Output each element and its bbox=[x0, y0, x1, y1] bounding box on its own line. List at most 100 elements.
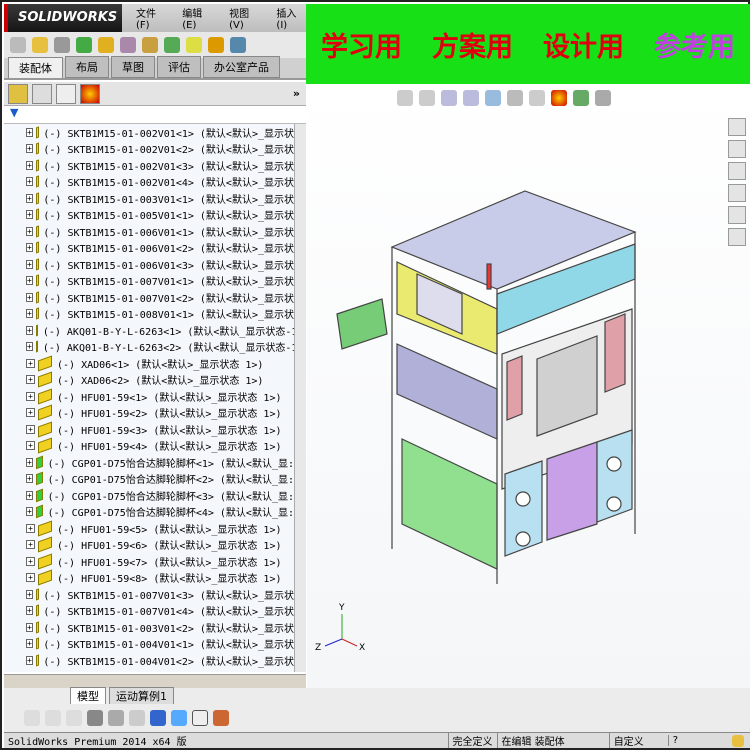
tab-office[interactable]: 办公室产品 bbox=[203, 56, 280, 78]
mate-icon[interactable] bbox=[76, 37, 92, 53]
tree-item[interactable]: + (-) HFU01-59<8> (默认<默认>_显示状态 1>) bbox=[4, 569, 294, 587]
feature-tree-icon[interactable] bbox=[8, 83, 28, 104]
menu-view[interactable]: 视图(V) bbox=[229, 5, 262, 31]
expand-icon[interactable]: + bbox=[26, 474, 33, 484]
expand-chevron-icon[interactable]: » bbox=[293, 87, 300, 100]
sketch-icon[interactable] bbox=[24, 710, 40, 726]
rebuild-icon[interactable] bbox=[732, 734, 744, 747]
expand-icon[interactable]: + bbox=[26, 573, 35, 583]
expand-icon[interactable]: + bbox=[26, 523, 35, 533]
design-library-icon[interactable] bbox=[728, 140, 746, 158]
tree-item[interactable]: + (-) SKTB1M15-01-008V01<1> (默认<默认>_显示状 bbox=[4, 306, 294, 323]
part-icon[interactable] bbox=[45, 710, 61, 726]
pattern-icon[interactable] bbox=[164, 37, 180, 53]
property-manager-icon[interactable] bbox=[32, 83, 52, 104]
tree-item[interactable]: + (-) CGP01-D75怡合达脚轮脚杯<2> (默认<默认_显: bbox=[4, 471, 294, 488]
tree-item[interactable]: + (-) HFU01-59<7> (默认<默认>_显示状态 1>) bbox=[4, 553, 294, 570]
expand-icon[interactable]: + bbox=[26, 589, 33, 599]
expand-icon[interactable]: + bbox=[26, 309, 33, 319]
tab-evaluate[interactable]: 评估 bbox=[157, 56, 201, 78]
tree-item[interactable]: + (-) HFU01-59<6> (默认<默认>_显示状态 1>) bbox=[4, 536, 294, 554]
expand-icon[interactable]: + bbox=[26, 243, 33, 253]
tree-item[interactable]: + (-) CGP01-D75怡合达脚轮脚杯<1> (默认<默认_显: bbox=[4, 454, 294, 471]
tree-item[interactable]: + (-) SKTB1M15-01-002V01<1> (默认<默认>_显示状 bbox=[4, 124, 294, 141]
hide-show-icon[interactable] bbox=[529, 90, 545, 106]
units-selector[interactable]: 自定义 bbox=[608, 733, 648, 748]
expand-icon[interactable]: + bbox=[26, 325, 33, 335]
graphics-area[interactable]: Y X Z bbox=[307, 84, 750, 688]
expand-icon[interactable]: + bbox=[26, 342, 33, 352]
expand-icon[interactable]: + bbox=[26, 507, 33, 517]
tree-vertical-scrollbar[interactable] bbox=[294, 124, 306, 672]
menu-edit[interactable]: 编辑(E) bbox=[182, 5, 215, 31]
view-orientation-icon[interactable] bbox=[485, 90, 501, 106]
tree-item[interactable]: + (-) SKTB1M15-01-005V01<1> (默认<默认>_显示状 bbox=[4, 207, 294, 224]
display-manager-icon[interactable] bbox=[80, 83, 100, 104]
tree-item[interactable]: + (-) SKTB1M15-01-002V01<4> (默认<默认>_显示状 bbox=[4, 174, 294, 191]
tab-motion-study[interactable]: 运动算例1 bbox=[109, 687, 174, 705]
menu-file[interactable]: 文件(F) bbox=[136, 5, 168, 31]
tree-item[interactable]: + (-) SKTB1M15-01-003V01<2> (默认<默认>_显示状 bbox=[4, 619, 294, 636]
expand-icon[interactable]: + bbox=[26, 556, 35, 566]
expand-icon[interactable]: + bbox=[26, 655, 33, 665]
expand-icon[interactable]: + bbox=[26, 540, 35, 550]
tree-item[interactable]: + (-) SKTB1M15-01-004V01<1> (默认<默认>_显示状 bbox=[4, 636, 294, 653]
menu-insert[interactable]: 插入(I) bbox=[276, 5, 306, 31]
table-icon[interactable] bbox=[192, 710, 208, 726]
configuration-manager-icon[interactable] bbox=[56, 83, 76, 104]
gear-icon[interactable] bbox=[208, 37, 224, 53]
help-icon[interactable]: ? bbox=[667, 735, 682, 746]
tree-item[interactable]: + (-) HFU01-59<4> (默认<默认>_显示状态 1>) bbox=[4, 437, 294, 455]
new-icon[interactable] bbox=[10, 37, 26, 53]
custom-properties-icon[interactable] bbox=[728, 228, 746, 246]
previous-view-icon[interactable] bbox=[441, 90, 457, 106]
rotate-icon[interactable] bbox=[66, 710, 82, 726]
tree-item[interactable]: + (-) HFU01-59<2> (默认<默认>_显示状态 1>) bbox=[4, 404, 294, 422]
tree-item[interactable]: + (-) SKTB1M15-01-003V01<1> (默认<默认>_显示状 bbox=[4, 190, 294, 207]
expand-icon[interactable]: + bbox=[26, 259, 33, 269]
expand-icon[interactable]: + bbox=[26, 292, 33, 302]
expand-icon[interactable]: + bbox=[26, 226, 33, 236]
render-icon[interactable] bbox=[213, 710, 229, 726]
zoom-fit-icon[interactable] bbox=[397, 90, 413, 106]
expand-icon[interactable]: + bbox=[26, 375, 35, 385]
expand-icon[interactable]: + bbox=[26, 193, 33, 203]
tree-item[interactable]: + (-) AKQ01-B-Y-L-6263<2> (默认<默认_显示状态-1 bbox=[4, 339, 294, 356]
expand-icon[interactable]: + bbox=[26, 160, 33, 170]
swap-icon[interactable] bbox=[129, 710, 145, 726]
tab-layout[interactable]: 布局 bbox=[65, 56, 109, 78]
expand-icon[interactable]: + bbox=[26, 210, 33, 220]
expand-icon[interactable]: + bbox=[26, 622, 33, 632]
tree-item[interactable]: + (-) AKQ01-B-Y-L-6263<1> (默认<默认_显示状态-1 bbox=[4, 322, 294, 339]
expand-icon[interactable]: + bbox=[26, 127, 33, 137]
tree-item[interactable]: + (-) HFU01-59<3> (默认<默认>_显示状态 1>) bbox=[4, 421, 294, 438]
tree-item[interactable]: + (-) SKTB1M15-01-007V01<2> (默认<默认>_显示状 bbox=[4, 289, 294, 306]
tab-assembly[interactable]: 装配体 bbox=[8, 57, 63, 78]
tree-item[interactable]: + (-) SKTB1M15-01-006V01<1> (默认<默认>_显示状 bbox=[4, 223, 294, 240]
home-icon[interactable] bbox=[728, 118, 746, 136]
expand-icon[interactable]: + bbox=[26, 276, 33, 286]
tree-horizontal-scrollbar[interactable] bbox=[4, 674, 306, 688]
tree-item[interactable]: + (-) XAD06<2> (默认<默认>_显示状态 1>) bbox=[4, 371, 294, 389]
tree-item[interactable]: + (-) CGP01-D75怡合达脚轮脚杯<4> (默认<默认_显: bbox=[4, 504, 294, 521]
expand-icon[interactable]: + bbox=[26, 408, 35, 418]
tab-sketch[interactable]: 草图 bbox=[111, 56, 155, 78]
tree-item[interactable]: + (-) SKTB1M15-01-007V01<3> (默认<默认>_显示状 bbox=[4, 586, 294, 603]
tree-item[interactable]: + (-) SKTB1M15-01-006V01<2> (默认<默认>_显示状 bbox=[4, 240, 294, 257]
box-icon[interactable] bbox=[171, 710, 187, 726]
view-palette-icon[interactable] bbox=[728, 184, 746, 202]
tree-item[interactable]: + (-) XAD06<1> (默认<默认>_显示状态 1>) bbox=[4, 355, 294, 372]
scene-icon[interactable] bbox=[573, 90, 589, 106]
open-icon[interactable] bbox=[32, 37, 48, 53]
appearance-icon[interactable] bbox=[551, 90, 567, 106]
tree-item[interactable]: + (-) SKTB1M15-01-002V01<2> (默认<默认>_显示状 bbox=[4, 141, 294, 158]
expand-icon[interactable]: + bbox=[26, 144, 33, 154]
filter-icon[interactable]: ▼ bbox=[4, 106, 306, 124]
tree-item[interactable]: + (-) HFU01-59<1> (默认<默认>_显示状态 1>) bbox=[4, 388, 294, 405]
smart-fastener-icon[interactable] bbox=[186, 37, 202, 53]
display-style-icon[interactable] bbox=[507, 90, 523, 106]
expand-icon[interactable]: + bbox=[26, 490, 33, 500]
tree-item[interactable]: + (-) CGP01-D75怡合达脚轮脚杯<3> (默认<默认_显: bbox=[4, 487, 294, 504]
component-icon[interactable] bbox=[98, 37, 114, 53]
tree-item[interactable]: + (-) HFU01-59<5> (默认<默认>_显示状态 1>) bbox=[4, 520, 294, 537]
